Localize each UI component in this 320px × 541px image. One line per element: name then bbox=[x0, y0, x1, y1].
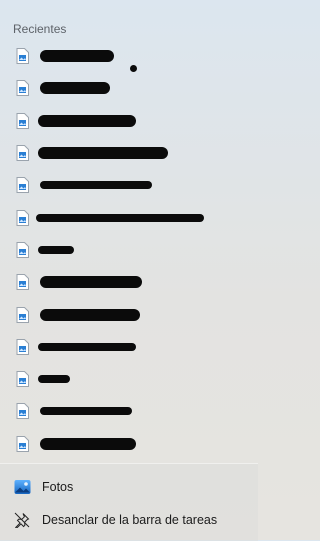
recent-item[interactable] bbox=[0, 105, 258, 137]
image-file-icon bbox=[16, 112, 29, 129]
redacted-filename bbox=[40, 407, 132, 416]
recent-item[interactable] bbox=[0, 266, 258, 298]
recent-header: Recientes bbox=[13, 22, 67, 36]
photos-app-label: Fotos bbox=[42, 480, 74, 494]
recent-item[interactable] bbox=[0, 137, 258, 169]
image-file-icon bbox=[16, 306, 29, 323]
redacted-filename bbox=[38, 114, 136, 127]
recent-item[interactable] bbox=[0, 395, 258, 427]
task-actions: Fotos Desanclar de la barra de tareas bbox=[0, 463, 258, 541]
unpin-taskbar-label: Desanclar de la barra de tareas bbox=[42, 513, 218, 527]
redacted-filename bbox=[40, 181, 152, 190]
recent-item[interactable] bbox=[0, 72, 258, 104]
recent-item[interactable] bbox=[0, 40, 258, 72]
photos-app-icon bbox=[14, 480, 31, 494]
redacted-filename bbox=[40, 308, 140, 321]
image-file-icon bbox=[16, 145, 29, 162]
photos-app-button[interactable]: Fotos bbox=[0, 470, 258, 504]
recent-item[interactable] bbox=[0, 298, 258, 330]
unpin-icon bbox=[14, 512, 30, 528]
redacted-filename bbox=[40, 50, 114, 63]
image-file-icon bbox=[16, 338, 29, 355]
unpin-taskbar-button[interactable]: Desanclar de la barra de tareas bbox=[0, 503, 258, 537]
redacted-filename bbox=[38, 375, 70, 384]
jump-list: Recientes Fotos Desanclar de la barra de… bbox=[0, 0, 258, 541]
recent-item[interactable] bbox=[0, 201, 258, 233]
redacted-filename bbox=[40, 276, 142, 289]
redacted-filename bbox=[38, 342, 136, 351]
image-file-icon bbox=[16, 209, 29, 226]
image-file-icon bbox=[16, 371, 29, 388]
image-file-icon bbox=[16, 80, 29, 97]
image-file-icon bbox=[16, 48, 29, 65]
image-file-icon bbox=[16, 403, 29, 420]
recent-item[interactable] bbox=[0, 363, 258, 395]
recent-item[interactable] bbox=[0, 169, 258, 201]
image-file-icon bbox=[16, 241, 29, 258]
image-file-icon bbox=[16, 177, 29, 194]
redaction-dot bbox=[130, 65, 137, 72]
recent-list bbox=[0, 40, 258, 460]
recent-item[interactable] bbox=[0, 428, 258, 460]
recent-item[interactable] bbox=[0, 234, 258, 266]
image-file-icon bbox=[16, 435, 29, 452]
redacted-filename bbox=[36, 213, 204, 222]
redacted-filename bbox=[38, 147, 168, 160]
redacted-filename bbox=[38, 245, 74, 254]
redacted-filename bbox=[40, 437, 136, 450]
recent-item[interactable] bbox=[0, 331, 258, 363]
image-file-icon bbox=[16, 274, 29, 291]
redacted-filename bbox=[40, 82, 110, 95]
